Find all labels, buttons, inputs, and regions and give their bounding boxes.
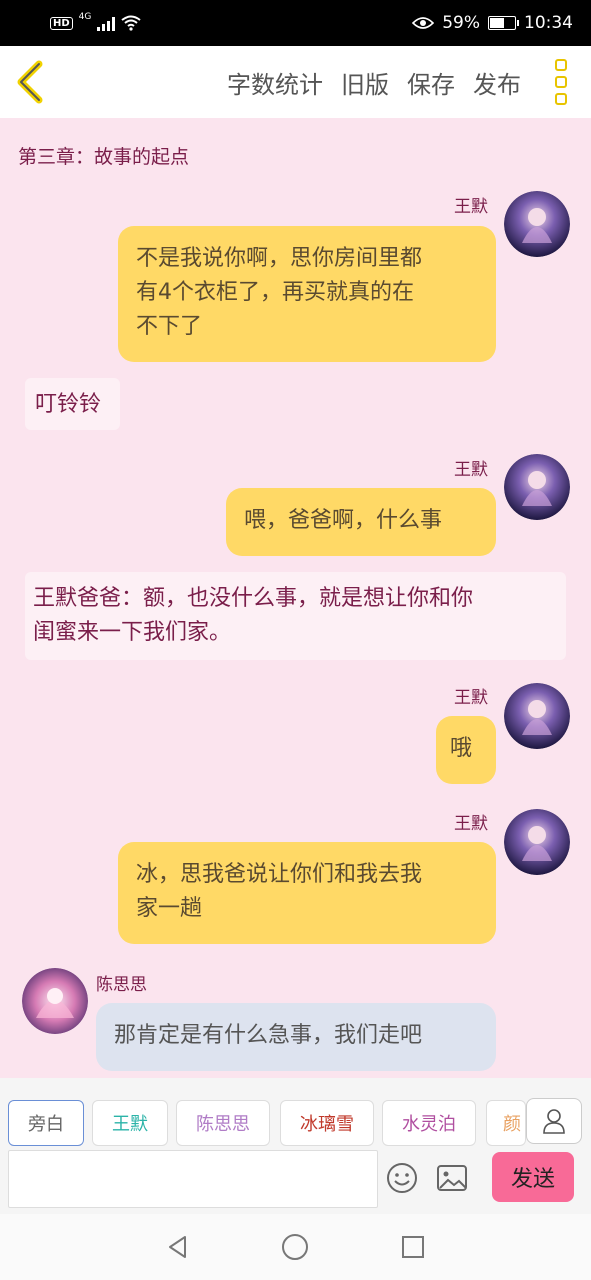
hd-icon: HD <box>50 16 73 30</box>
speaker-name: 陈思思 <box>96 975 147 995</box>
avatar[interactable] <box>22 968 88 1034</box>
speaker-name: 王默 <box>454 197 488 217</box>
word-count-button[interactable]: 字数统计 <box>227 65 323 100</box>
image-icon[interactable] <box>436 1164 468 1192</box>
role-chip[interactable]: 冰璃雪 <box>280 1100 374 1146</box>
chevron-left-icon <box>17 60 43 104</box>
role-chip[interactable]: 王默 <box>92 1100 168 1146</box>
narration-bubble: 王默爸爸：额，也没什么事，就是想让你和你 闺蜜来一下我们家。 <box>25 572 566 660</box>
message-bubble: 冰，思我爸说让你们和我去我 家一趟 <box>118 842 496 944</box>
eye-icon <box>412 17 435 29</box>
top-toolbar: 字数统计 旧版 保存 发布 <box>0 46 591 118</box>
home-nav-icon[interactable] <box>281 1233 309 1261</box>
narration-bubble: 叮铃铃 <box>25 378 120 430</box>
system-nav-bar <box>0 1214 591 1280</box>
emoji-icon[interactable] <box>386 1162 418 1194</box>
avatar[interactable] <box>504 683 570 749</box>
send-button[interactable]: 发送 <box>492 1152 574 1202</box>
status-bar: HD 4G 59% 10:34 <box>0 0 591 46</box>
clock: 10:34 <box>524 13 573 33</box>
message-bubble: 哦 <box>436 716 496 784</box>
message-input[interactable] <box>8 1150 378 1208</box>
user-icon <box>543 1109 565 1134</box>
chapter-title: 第三章：故事的起点 <box>18 146 190 168</box>
signal-icon <box>97 15 116 31</box>
battery-percent: 59% <box>442 13 480 33</box>
recents-nav-icon[interactable] <box>400 1234 426 1260</box>
role-chip[interactable]: 颜 <box>486 1100 526 1146</box>
message-bubble: 喂，爸爸啊，什么事 <box>226 488 496 556</box>
user-button[interactable] <box>526 1098 582 1144</box>
old-version-button[interactable]: 旧版 <box>341 65 389 100</box>
back-nav-icon[interactable] <box>165 1234 191 1260</box>
save-button[interactable]: 保存 <box>407 65 455 100</box>
back-button[interactable] <box>0 46 60 118</box>
more-menu-button[interactable] <box>531 46 591 118</box>
avatar[interactable] <box>504 191 570 257</box>
network-label: 4G <box>78 12 92 22</box>
role-chip[interactable]: 陈思思 <box>176 1100 270 1146</box>
role-chip[interactable]: 旁白 <box>8 1100 84 1146</box>
speaker-name: 王默 <box>454 460 488 480</box>
message-bubble: 不是我说你啊，思你房间里都 有4个衣柜了，再买就真的在 不下了 <box>118 226 496 362</box>
role-chip[interactable]: 水灵泊 <box>382 1100 476 1146</box>
wifi-icon <box>121 15 141 31</box>
composer-panel: 旁白 王默 陈思思 冰璃雪 水灵泊 颜 发送 <box>0 1078 591 1214</box>
message-bubble: 那肯定是有什么急事，我们走吧 <box>96 1003 496 1071</box>
speaker-name: 王默 <box>454 688 488 708</box>
more-icon <box>555 59 567 71</box>
publish-button[interactable]: 发布 <box>473 65 521 100</box>
avatar[interactable] <box>504 809 570 875</box>
speaker-name: 王默 <box>454 814 488 834</box>
avatar[interactable] <box>504 454 570 520</box>
battery-icon <box>488 16 519 30</box>
